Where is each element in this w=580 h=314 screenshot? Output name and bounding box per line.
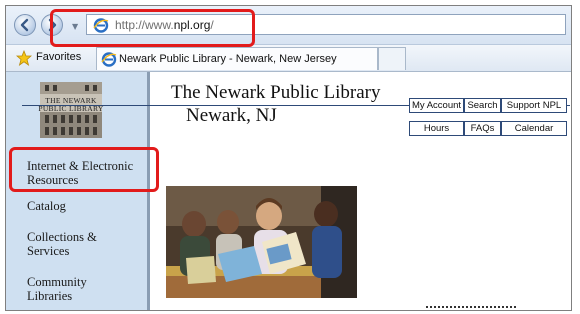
search-button[interactable]: Search (464, 98, 501, 113)
decorative-dotted-line (426, 306, 516, 310)
nav-catalog[interactable]: Catalog (27, 199, 66, 213)
url-highlight-box (50, 9, 255, 47)
page-subtitle: Newark, NJ (186, 105, 277, 126)
support-npl-button[interactable]: Support NPL (501, 98, 567, 113)
nav-label-line1: Collections & (27, 230, 97, 244)
back-icon (20, 18, 29, 32)
favorites-star-icon[interactable] (16, 50, 32, 66)
tab-title: Newark Public Library - Newark, New Jers… (119, 53, 337, 65)
my-account-button[interactable]: My Account (409, 98, 464, 113)
favorites-bar: Favorites Newark Public Library - Newark… (6, 45, 571, 72)
photo-illustration (166, 186, 357, 298)
children-reading-photo (166, 186, 357, 298)
tab-ie-icon (101, 52, 117, 67)
nav-collections-services[interactable]: Collections & Services (27, 230, 97, 258)
calendar-button[interactable]: Calendar (501, 121, 567, 136)
nav-highlight-box (9, 147, 159, 192)
back-button[interactable] (14, 14, 36, 36)
faqs-button[interactable]: FAQs (464, 121, 501, 136)
nav-community-libraries[interactable]: Community Libraries (27, 275, 87, 303)
favorites-button[interactable]: Favorites (36, 51, 81, 63)
browser-window: ▼ http://www.npl.org/ Favorites Newark P… (5, 5, 572, 311)
browser-tab[interactable]: Newark Public Library - Newark, New Jers… (96, 47, 378, 70)
nav-label-line1: Catalog (27, 199, 66, 213)
hours-button[interactable]: Hours (409, 121, 464, 136)
new-tab-button[interactable] (378, 47, 406, 70)
library-logo[interactable]: THE NEWARK PUBLIC LIBRARY (36, 80, 106, 140)
nav-label-line2: Libraries (27, 289, 73, 303)
nav-label-line1: Community (27, 275, 87, 289)
page-title: The Newark Public Library (171, 82, 381, 103)
nav-label-line2: Services (27, 244, 70, 258)
